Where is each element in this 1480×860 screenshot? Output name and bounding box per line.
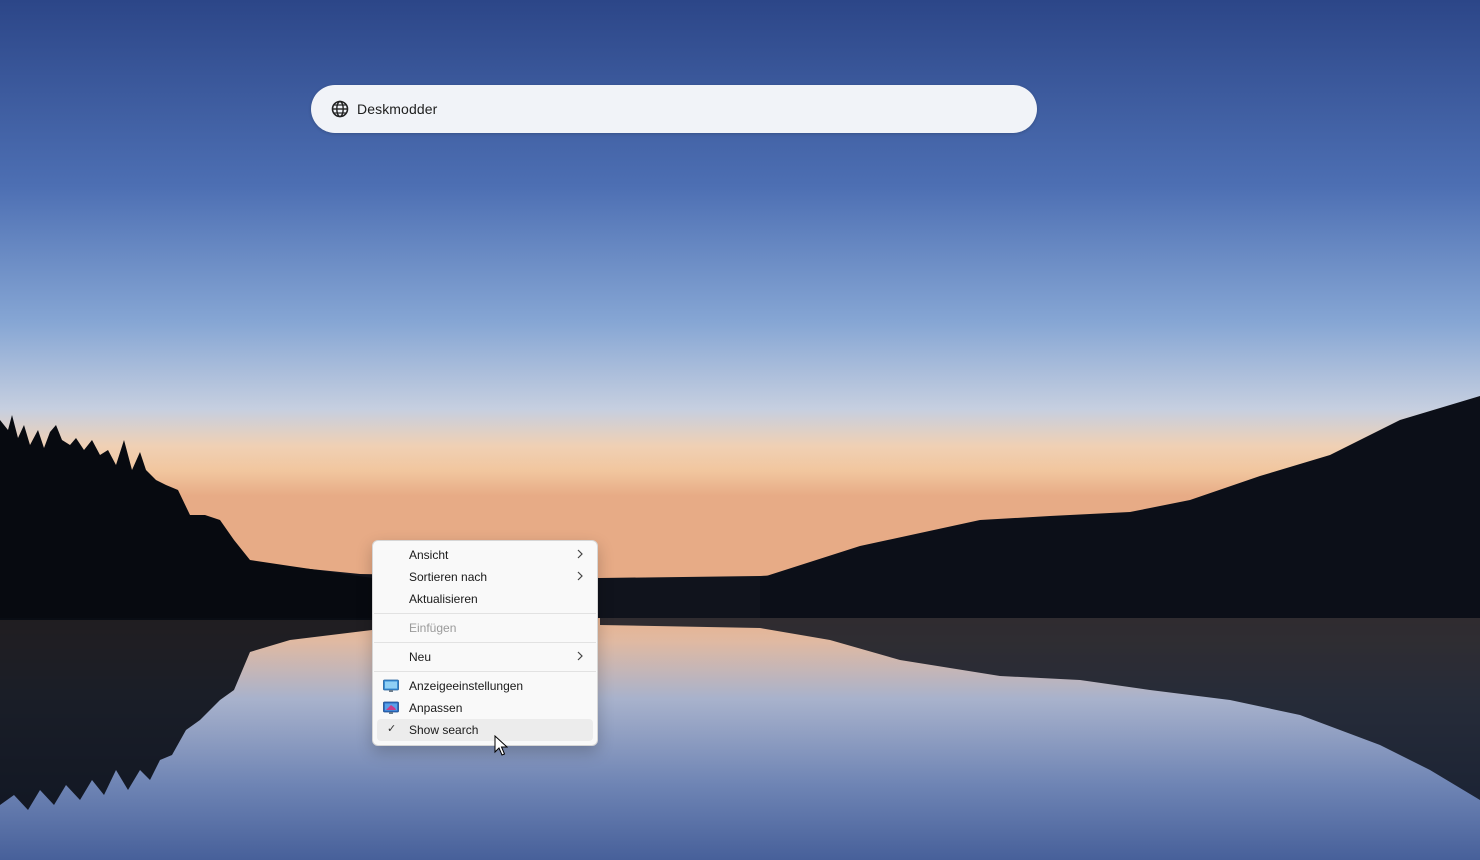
globe-search-icon <box>330 99 350 119</box>
desktop-context-menu: Ansicht Sortieren nach Aktualisieren Ein… <box>372 540 598 746</box>
menu-item-einfuegen: Einfügen <box>377 617 593 639</box>
menu-separator <box>374 613 596 614</box>
menu-item-label: Einfügen <box>409 621 457 635</box>
menu-item-anzeigeeinstellungen[interactable]: Anzeigeeinstellungen <box>377 675 593 697</box>
mouse-pointer-icon <box>494 735 508 756</box>
display-settings-icon <box>383 679 399 692</box>
menu-separator <box>374 671 596 672</box>
menu-item-label: Anzeigeeinstellungen <box>409 679 524 693</box>
menu-item-ansicht[interactable]: Ansicht <box>377 544 593 566</box>
menu-item-label: Aktualisieren <box>409 592 478 606</box>
menu-item-neu[interactable]: Neu <box>377 646 593 668</box>
menu-item-label: Sortieren nach <box>409 570 488 584</box>
menu-separator <box>374 642 596 643</box>
chevron-right-icon <box>577 651 583 661</box>
menu-item-aktualisieren[interactable]: Aktualisieren <box>377 588 593 610</box>
menu-item-label: Neu <box>409 650 432 664</box>
menu-item-label: Anpassen <box>409 701 463 715</box>
menu-item-show-search[interactable]: ✓ Show search <box>377 719 593 741</box>
menu-item-anpassen[interactable]: Anpassen <box>377 697 593 719</box>
search-box[interactable]: Deskmodder <box>311 85 1037 133</box>
chevron-right-icon <box>577 571 583 581</box>
personalize-icon <box>383 701 399 714</box>
menu-item-label: Ansicht <box>409 548 449 562</box>
checkmark-icon: ✓ <box>387 723 397 735</box>
menu-item-sortieren-nach[interactable]: Sortieren nach <box>377 566 593 588</box>
search-query-text[interactable]: Deskmodder <box>357 101 437 117</box>
menu-item-label: Show search <box>409 723 479 737</box>
chevron-right-icon <box>577 549 583 559</box>
